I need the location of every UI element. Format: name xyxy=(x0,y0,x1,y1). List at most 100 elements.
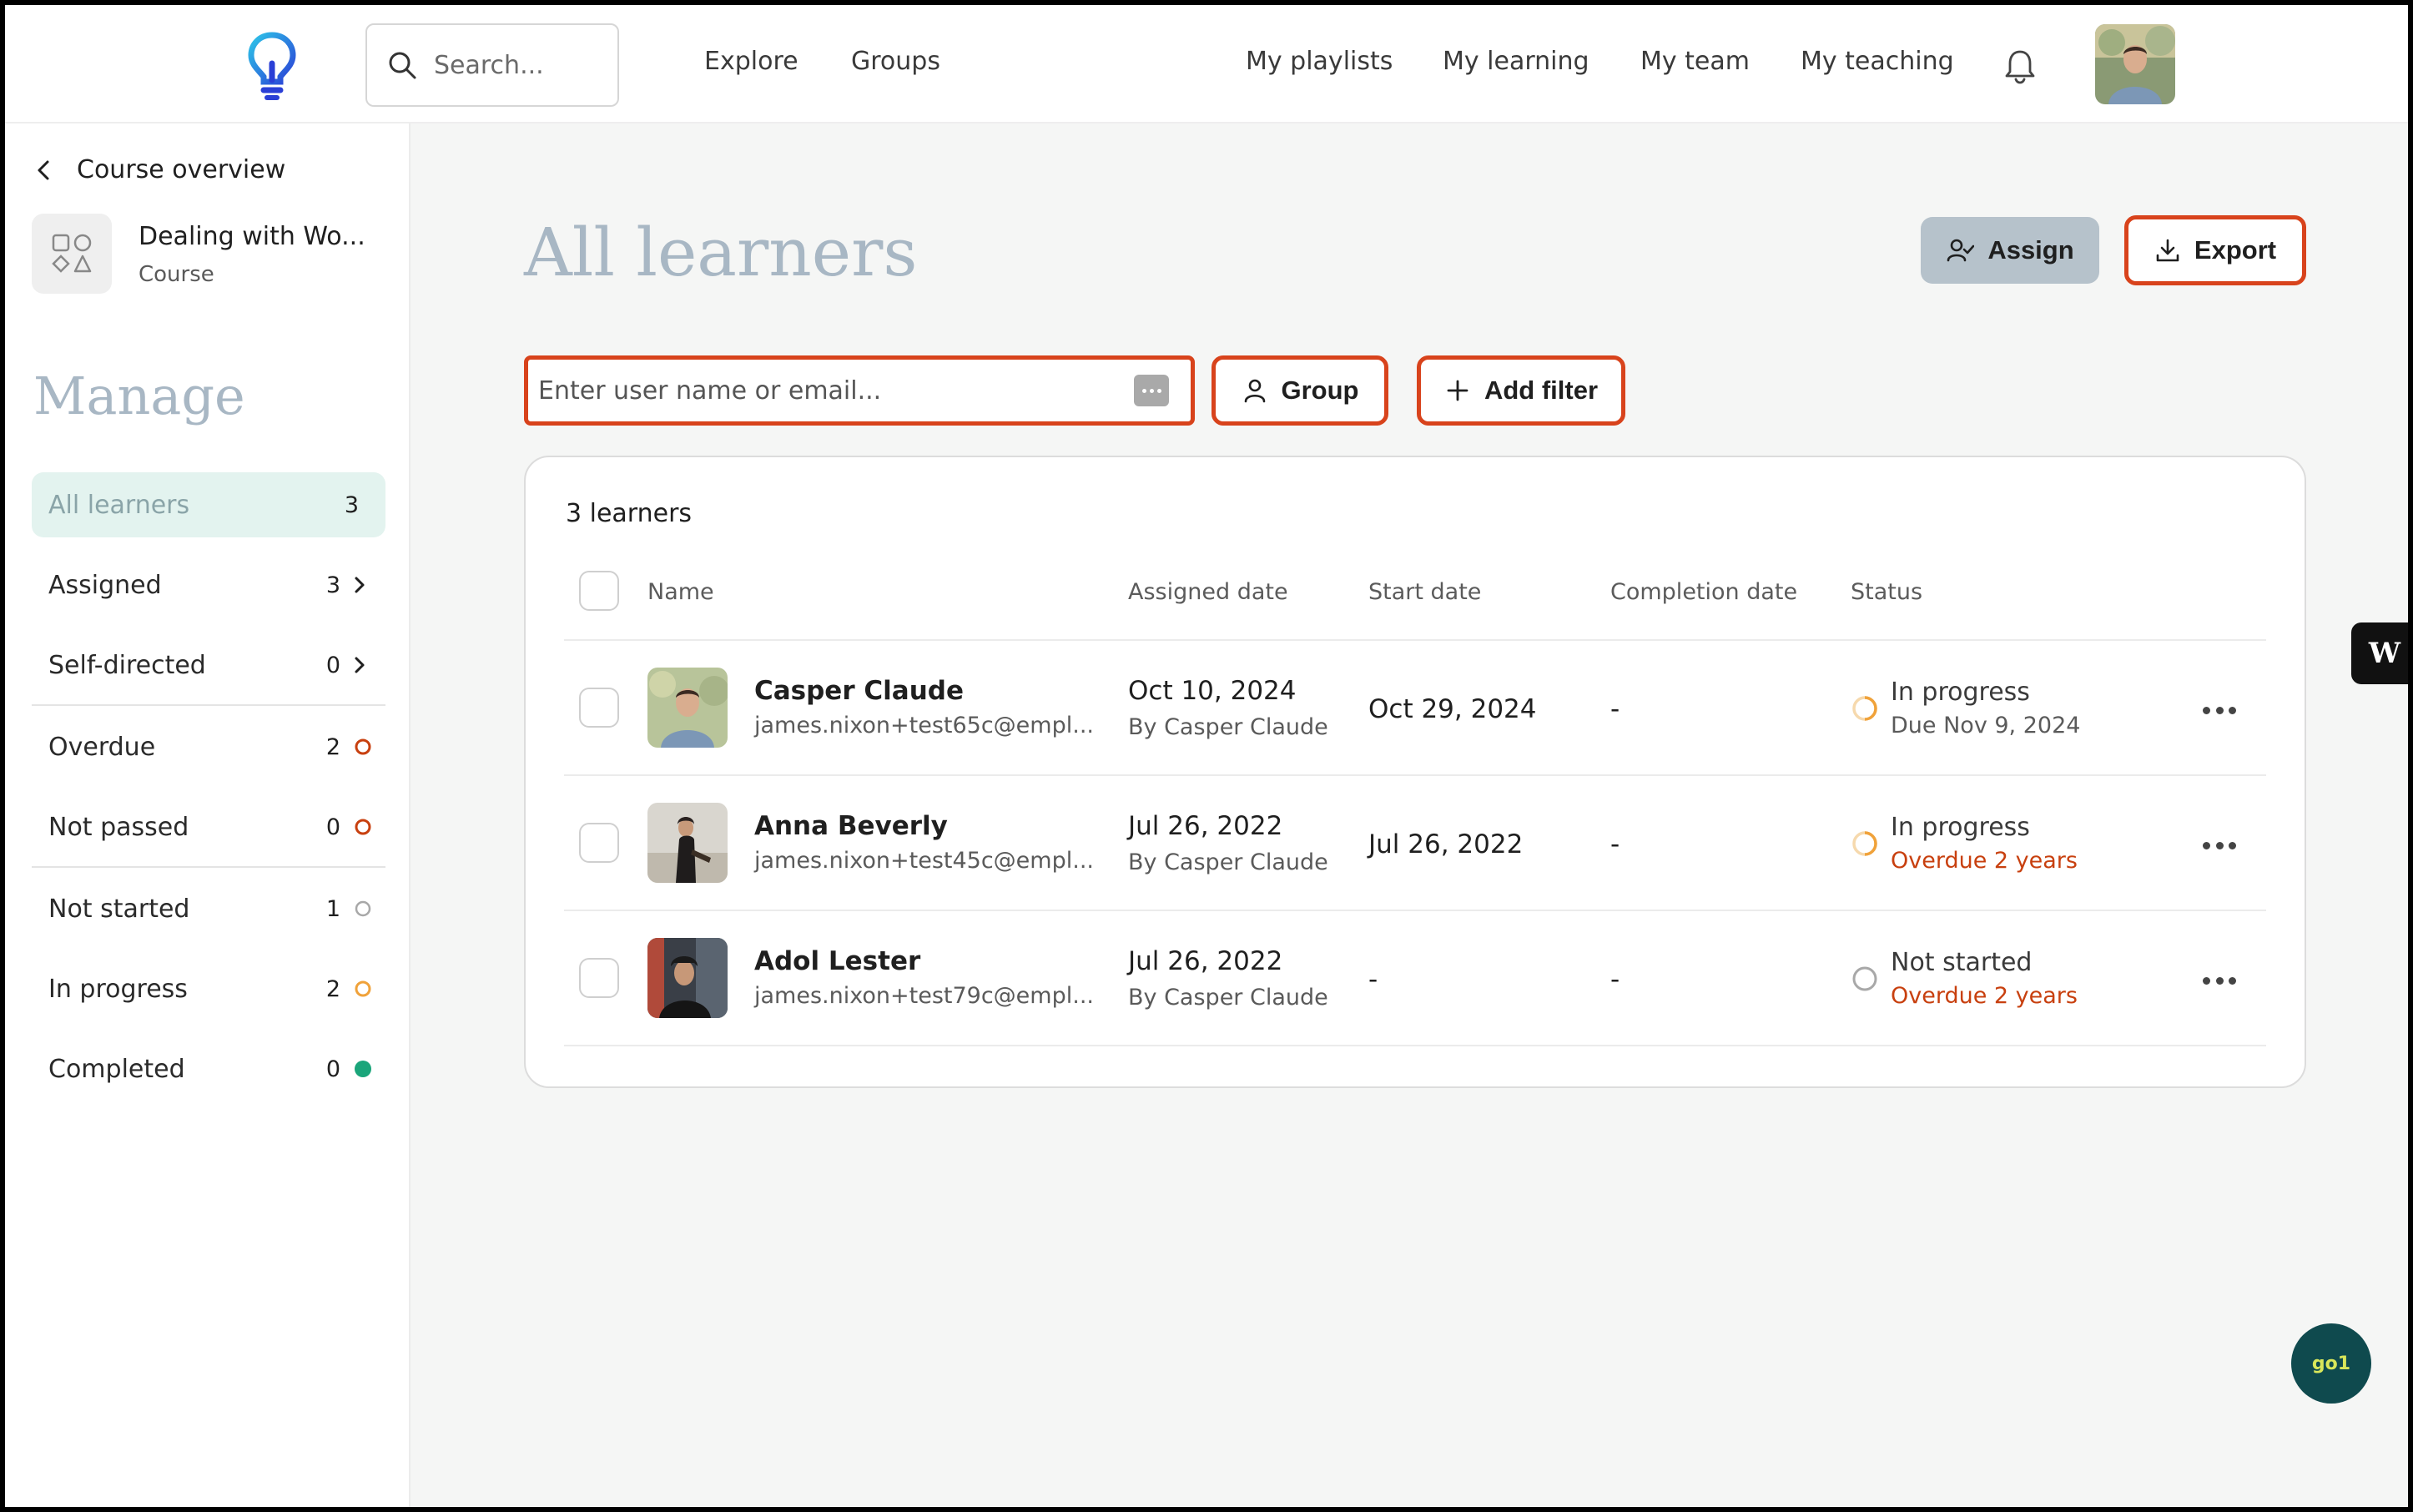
group-label: Group xyxy=(1281,375,1359,405)
global-search[interactable] xyxy=(365,23,619,107)
nav-my-learning[interactable]: My learning xyxy=(1443,47,1589,76)
sidebar: Course overview Dealing with Wo... Cours… xyxy=(5,123,411,1507)
nav-my-team[interactable]: My team xyxy=(1640,47,1750,76)
column-header-completion-date[interactable]: Completion date xyxy=(1610,579,1797,605)
sidebar-item-label: Not started xyxy=(48,894,190,924)
keyboard-icon[interactable] xyxy=(1134,375,1169,406)
in-progress-status-icon xyxy=(1852,831,1877,856)
more-options-icon[interactable] xyxy=(2203,839,2236,851)
sidebar-item-count: 0 xyxy=(325,814,340,840)
search-icon xyxy=(389,52,416,79)
course-overview-label: Course overview xyxy=(77,155,286,184)
assigned-date: Jul 26, 2022 xyxy=(1128,946,1283,976)
column-header-start-date[interactable]: Start date xyxy=(1368,579,1481,605)
chevron-right-icon xyxy=(355,657,365,673)
learner-email: james.nixon+test79c@empl... xyxy=(754,983,1094,1009)
row-checkbox[interactable] xyxy=(579,688,619,728)
lightbulb-logo-icon[interactable] xyxy=(247,32,297,102)
sidebar-item-completed[interactable]: Completed 0 xyxy=(32,1036,385,1101)
assigned-by: By Casper Claude xyxy=(1128,849,1328,875)
column-header-status[interactable]: Status xyxy=(1851,579,1922,605)
sidebar-item-in-progress[interactable]: In progress 2 xyxy=(32,956,385,1021)
sidebar-item-not-started[interactable]: Not started 1 xyxy=(32,876,385,941)
sidebar-item-overdue[interactable]: Overdue 2 xyxy=(32,714,385,779)
sidebar-item-assigned[interactable]: Assigned 3 xyxy=(32,552,385,617)
sidebar-item-self-directed[interactable]: Self-directed 0 xyxy=(32,633,385,698)
row-divider xyxy=(564,1045,2266,1046)
learner-name[interactable]: Anna Beverly xyxy=(754,811,948,841)
learner-search-input[interactable] xyxy=(538,375,1114,406)
in-progress-ring-icon xyxy=(355,980,371,997)
top-navigation-bar: Explore Groups My playlists My learning … xyxy=(5,5,2408,123)
assigned-by: By Casper Claude xyxy=(1128,714,1328,740)
avatar xyxy=(647,668,728,748)
add-filter-label: Add filter xyxy=(1484,375,1599,405)
status-label: Not started xyxy=(1891,948,2033,977)
search-input[interactable] xyxy=(434,50,601,80)
sidebar-item-label: Self-directed xyxy=(48,650,206,680)
page-title: All learners xyxy=(524,214,918,291)
sidebar-item-all-learners[interactable]: All learners 3 xyxy=(32,472,385,537)
manage-heading: Manage xyxy=(33,365,245,426)
more-options-icon[interactable] xyxy=(2203,704,2236,716)
assign-button[interactable]: Assign xyxy=(1921,217,2099,284)
status-label: In progress xyxy=(1891,678,2030,707)
status-label: In progress xyxy=(1891,813,2030,842)
sidebar-item-count: 3 xyxy=(344,491,359,518)
sidebar-item-count: 1 xyxy=(325,895,340,922)
column-header-assigned-date[interactable]: Assigned date xyxy=(1128,579,1288,605)
avatar xyxy=(647,938,728,1018)
group-button[interactable]: Group xyxy=(1212,355,1388,426)
export-button[interactable]: Export xyxy=(2124,215,2306,285)
learner-name[interactable]: Adol Lester xyxy=(754,946,920,976)
column-header-name[interactable]: Name xyxy=(647,579,714,605)
sidebar-item-label: Not passed xyxy=(48,812,189,842)
learner-filter-field[interactable] xyxy=(524,355,1195,426)
nav-explore[interactable]: Explore xyxy=(704,47,798,76)
app-window: Explore Groups My playlists My learning … xyxy=(5,5,2408,1507)
nav-groups[interactable]: Groups xyxy=(851,47,940,76)
chevron-right-icon xyxy=(355,577,365,593)
sidebar-item-not-passed[interactable]: Not passed 0 xyxy=(32,794,385,859)
course-overview-link[interactable]: Course overview xyxy=(33,155,285,184)
avatar xyxy=(647,803,728,883)
assigned-date: Jul 26, 2022 xyxy=(1128,811,1283,841)
bell-icon[interactable] xyxy=(2001,47,2039,85)
status-overdue: Overdue 2 years xyxy=(1891,983,2078,1009)
select-all-checkbox[interactable] xyxy=(579,571,619,611)
assign-user-icon xyxy=(1947,239,1975,262)
course-name: Dealing with Wo... xyxy=(139,222,365,251)
learners-table-card: 3 learners Name Assigned date Start date… xyxy=(524,456,2306,1088)
overdue-ring-icon xyxy=(355,738,371,755)
nav-my-playlists[interactable]: My playlists xyxy=(1246,47,1393,76)
chat-widget-button[interactable]: go1 xyxy=(2291,1323,2371,1404)
plus-icon xyxy=(1447,380,1468,401)
learner-email: james.nixon+test45c@empl... xyxy=(754,848,1094,874)
sidebar-item-label: In progress xyxy=(48,974,188,1004)
sidebar-item-label: Completed xyxy=(48,1054,185,1084)
start-date: Oct 29, 2024 xyxy=(1368,694,1537,724)
row-checkbox[interactable] xyxy=(579,823,619,863)
course-type: Course xyxy=(139,262,214,287)
download-icon xyxy=(2156,239,2179,262)
more-options-icon[interactable] xyxy=(2203,975,2236,986)
status-detail: Due Nov 9, 2024 xyxy=(1891,713,2081,738)
completion-date: - xyxy=(1610,694,1620,724)
row-checkbox[interactable] xyxy=(579,958,619,998)
start-date: - xyxy=(1368,965,1378,995)
assigned-by: By Casper Claude xyxy=(1128,985,1328,1011)
side-widget-tab[interactable]: W xyxy=(2351,622,2408,684)
add-filter-button[interactable]: Add filter xyxy=(1417,355,1625,426)
not-passed-ring-icon xyxy=(355,819,371,835)
assigned-date: Oct 10, 2024 xyxy=(1128,676,1297,706)
sidebar-item-label: All learners xyxy=(48,490,190,520)
user-avatar[interactable] xyxy=(2095,24,2175,104)
row-divider xyxy=(564,774,2266,776)
learner-email: james.nixon+test65c@empl... xyxy=(754,713,1094,738)
sidebar-item-count: 2 xyxy=(325,733,340,760)
status-overdue: Overdue 2 years xyxy=(1891,848,2078,874)
sidebar-item-count: 0 xyxy=(325,652,340,678)
learner-name[interactable]: Casper Claude xyxy=(754,676,964,706)
nav-my-teaching[interactable]: My teaching xyxy=(1801,47,1954,76)
completion-date: - xyxy=(1610,965,1620,995)
